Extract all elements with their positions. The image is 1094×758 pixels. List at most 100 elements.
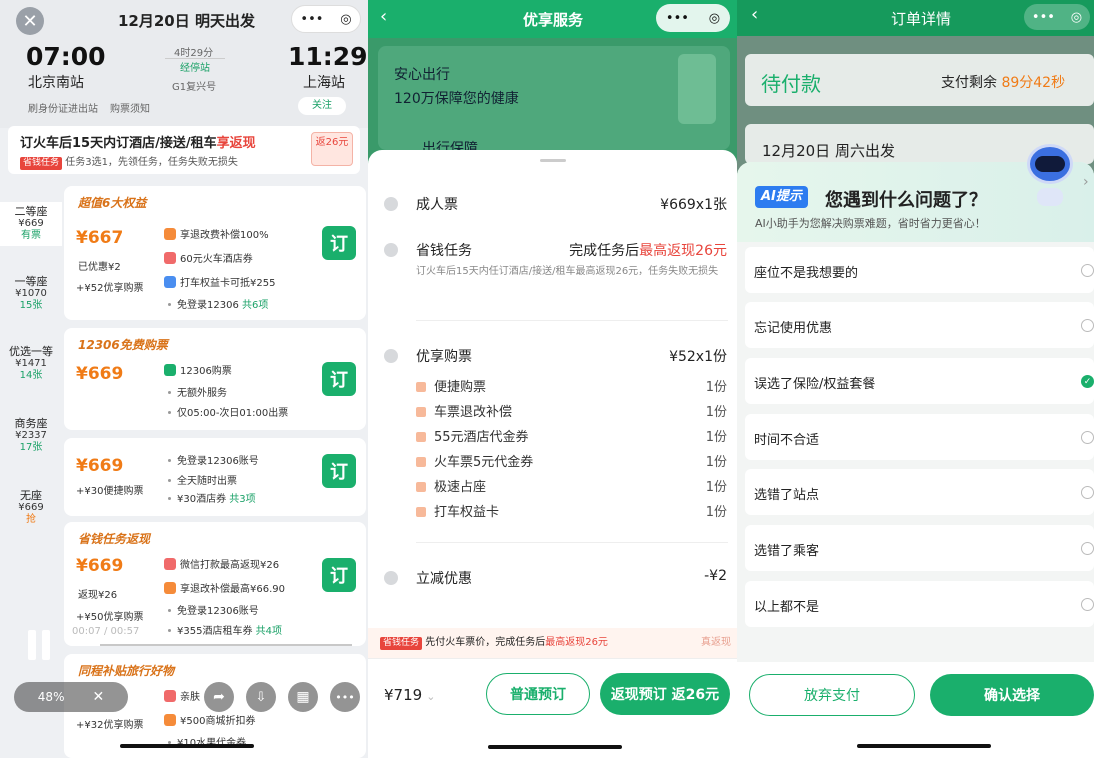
- radio-icon[interactable]: [1081, 264, 1094, 277]
- mini-program-capsule[interactable]: ••• ◎: [1024, 4, 1090, 30]
- seat-tab-first-class[interactable]: 一等座 ¥1070 15张: [0, 276, 62, 312]
- background-insurance-card: 安心出行 120万保障您的健康 出行保障: [378, 46, 730, 157]
- pay-countdown: 89分42秒: [1001, 75, 1066, 91]
- video-timestamp: 00:07 / 00:57: [72, 626, 140, 637]
- cashback-promo-banner[interactable]: 订火车后15天内订酒店/接送/租车享返现 省钱任务 任务3选1，先领任务，任务失…: [8, 126, 360, 174]
- train-number[interactable]: G1复兴号: [172, 78, 216, 93]
- seat-tab-premium-first[interactable]: 优选一等 ¥1471 14张: [0, 346, 62, 382]
- grid-icon[interactable]: ▦: [288, 682, 318, 712]
- departure-station: 北京南站: [28, 75, 84, 91]
- check-icon: [384, 571, 398, 585]
- benefit-text: 亲肤: [180, 692, 200, 703]
- card-title: 省钱任务返现: [78, 532, 151, 546]
- follow-button[interactable]: 关注: [298, 97, 346, 115]
- mini-program-capsule[interactable]: ••• ◎: [656, 4, 730, 32]
- chevron-down-icon: ⌄: [426, 690, 436, 703]
- reason-option[interactable]: 选错了站点: [745, 469, 1094, 515]
- radio-icon[interactable]: [1081, 486, 1094, 499]
- seat-tab-second-class[interactable]: 二等座 ¥669 有票: [0, 202, 62, 246]
- video-progress-track[interactable]: [72, 644, 352, 646]
- arrival-time: 11:29: [288, 42, 368, 71]
- seat-tab-no-seat[interactable]: 无座 ¥669 抢: [0, 490, 62, 526]
- service-item-icon: [416, 507, 426, 517]
- normal-booking-button[interactable]: 普通预订: [486, 673, 590, 715]
- promo-subtitle: 任务3选1，先领任务，任务失败无损失: [65, 157, 238, 168]
- extra-fee: +¥32优享购票: [76, 720, 144, 731]
- back-icon[interactable]: ‹: [380, 6, 387, 27]
- total-price[interactable]: ¥719 ⌄: [384, 686, 435, 704]
- reason-option-selected[interactable]: 误选了保险/权益套餐 ✓: [745, 358, 1094, 404]
- via-stations-link[interactable]: 经停站: [165, 58, 225, 74]
- target-icon[interactable]: ◎: [1071, 10, 1082, 25]
- check-icon: [384, 197, 398, 211]
- mini-program-capsule[interactable]: ••• ◎: [291, 5, 361, 33]
- instant-discount-label: 立减优惠: [416, 571, 472, 587]
- payment-status: 待付款: [761, 72, 821, 96]
- confirm-selection-button[interactable]: 确认选择: [930, 674, 1094, 716]
- cashback-booking-button[interactable]: 返现预订 返26元: [600, 673, 730, 715]
- travel-date: 12月20日 明天出发: [118, 12, 255, 30]
- seat-tab-business[interactable]: 商务座 ¥2337 17张: [0, 418, 62, 454]
- book-button[interactable]: 订: [322, 454, 356, 488]
- give-up-payment-button[interactable]: 放弃支付: [749, 674, 915, 716]
- service-item: 打车权益卡: [434, 505, 500, 520]
- order-detail-screen: ‹ 订单详情 ••• ◎ 待付款 支付剩余 89分42秒 12月20日 周六出发 …: [737, 0, 1094, 758]
- service-qty: 1份: [705, 430, 727, 445]
- book-button[interactable]: 订: [322, 558, 356, 592]
- share-icon[interactable]: ➦: [204, 682, 234, 712]
- checked-radio-icon[interactable]: ✓: [1081, 375, 1094, 388]
- reason-option[interactable]: 时间不合适: [745, 414, 1094, 460]
- coupon-icon: [164, 714, 176, 726]
- pause-icon[interactable]: [26, 630, 52, 660]
- package-price: ¥667: [76, 228, 124, 248]
- bottom-action-bar: ¥719 ⌄ 普通预订 返现预订 返26元: [368, 658, 737, 758]
- promo-title: 订火车后15天内订酒店/接送/租车: [20, 136, 217, 151]
- more-icon[interactable]: •••: [666, 11, 689, 26]
- check-icon: [384, 243, 398, 257]
- download-icon[interactable]: ⇩: [246, 682, 276, 712]
- book-button[interactable]: 订: [322, 226, 356, 260]
- reason-option[interactable]: 忘记使用优惠: [745, 302, 1094, 348]
- package-card-benefits[interactable]: 超值6大权益 ¥667 已优惠¥2 +¥52优享购票 享退改费补偿100% 60…: [64, 186, 366, 320]
- pay-remaining-label: 支付剩余: [941, 75, 997, 91]
- close-zoom-icon[interactable]: ✕: [92, 689, 104, 705]
- close-icon[interactable]: ›: [1083, 174, 1089, 190]
- package-card-free[interactable]: 12306免费购票 ¥669 12306购票 无额外服务 仅05:00-次日01…: [64, 328, 366, 430]
- close-icon[interactable]: ✕: [16, 7, 44, 35]
- adult-ticket-price: ¥669x1张: [660, 197, 727, 213]
- more-icon[interactable]: •••: [300, 12, 323, 27]
- target-icon[interactable]: ◎: [709, 11, 720, 26]
- benefit-text: 免登录12306: [177, 300, 239, 311]
- sheet-handle[interactable]: [540, 159, 566, 162]
- purchase-notice-link[interactable]: 购票须知: [110, 100, 150, 115]
- more-benefits-link[interactable]: 共3项: [229, 494, 255, 505]
- service-item-icon: [416, 407, 426, 417]
- more-icon[interactable]: •••: [1032, 10, 1055, 25]
- radio-icon[interactable]: [1081, 598, 1094, 611]
- reason-option[interactable]: 以上都不是: [745, 581, 1094, 627]
- radio-icon[interactable]: [1081, 542, 1094, 555]
- target-icon[interactable]: ◎: [340, 12, 351, 27]
- service-item: 火车票5元代金券: [434, 455, 534, 470]
- reason-option[interactable]: 座位不是我想要的: [745, 247, 1094, 293]
- reason-option[interactable]: 选错了乘客: [745, 525, 1094, 571]
- zoom-pill[interactable]: 48% ✕: [14, 682, 128, 712]
- premium-purchase-label: 优享购票: [416, 349, 472, 365]
- wechat-pay-icon: [164, 558, 176, 570]
- benefit-text: 享退改费补偿100%: [180, 230, 269, 241]
- more-benefits-link[interactable]: 共6项: [242, 300, 268, 311]
- package-price: ¥669: [76, 556, 124, 576]
- promo-coupon: 返26元: [311, 132, 353, 166]
- banner-text: 先付火车票价，完成任务后: [425, 637, 546, 648]
- cashback-task-value: 完成任务后: [569, 243, 640, 259]
- radio-icon[interactable]: [1081, 431, 1094, 444]
- package-card-convenient[interactable]: ¥669 +¥30便捷购票 免登录12306账号 全天随时出票 ¥30酒店券 共…: [64, 438, 366, 516]
- book-button[interactable]: 订: [322, 362, 356, 396]
- benefit-text: 免登录12306账号: [177, 606, 259, 617]
- more-benefits-link[interactable]: 共4项: [256, 626, 282, 637]
- seat-type-nav: 二等座 ¥669 有票 一等座 ¥1070 15张 优选一等 ¥1471 14张 商务座 ¥2…: [0, 184, 62, 758]
- adult-ticket-label: 成人票: [416, 197, 458, 213]
- back-icon[interactable]: ‹: [751, 4, 758, 25]
- radio-icon[interactable]: [1081, 319, 1094, 332]
- more-options-icon[interactable]: •••: [330, 682, 360, 712]
